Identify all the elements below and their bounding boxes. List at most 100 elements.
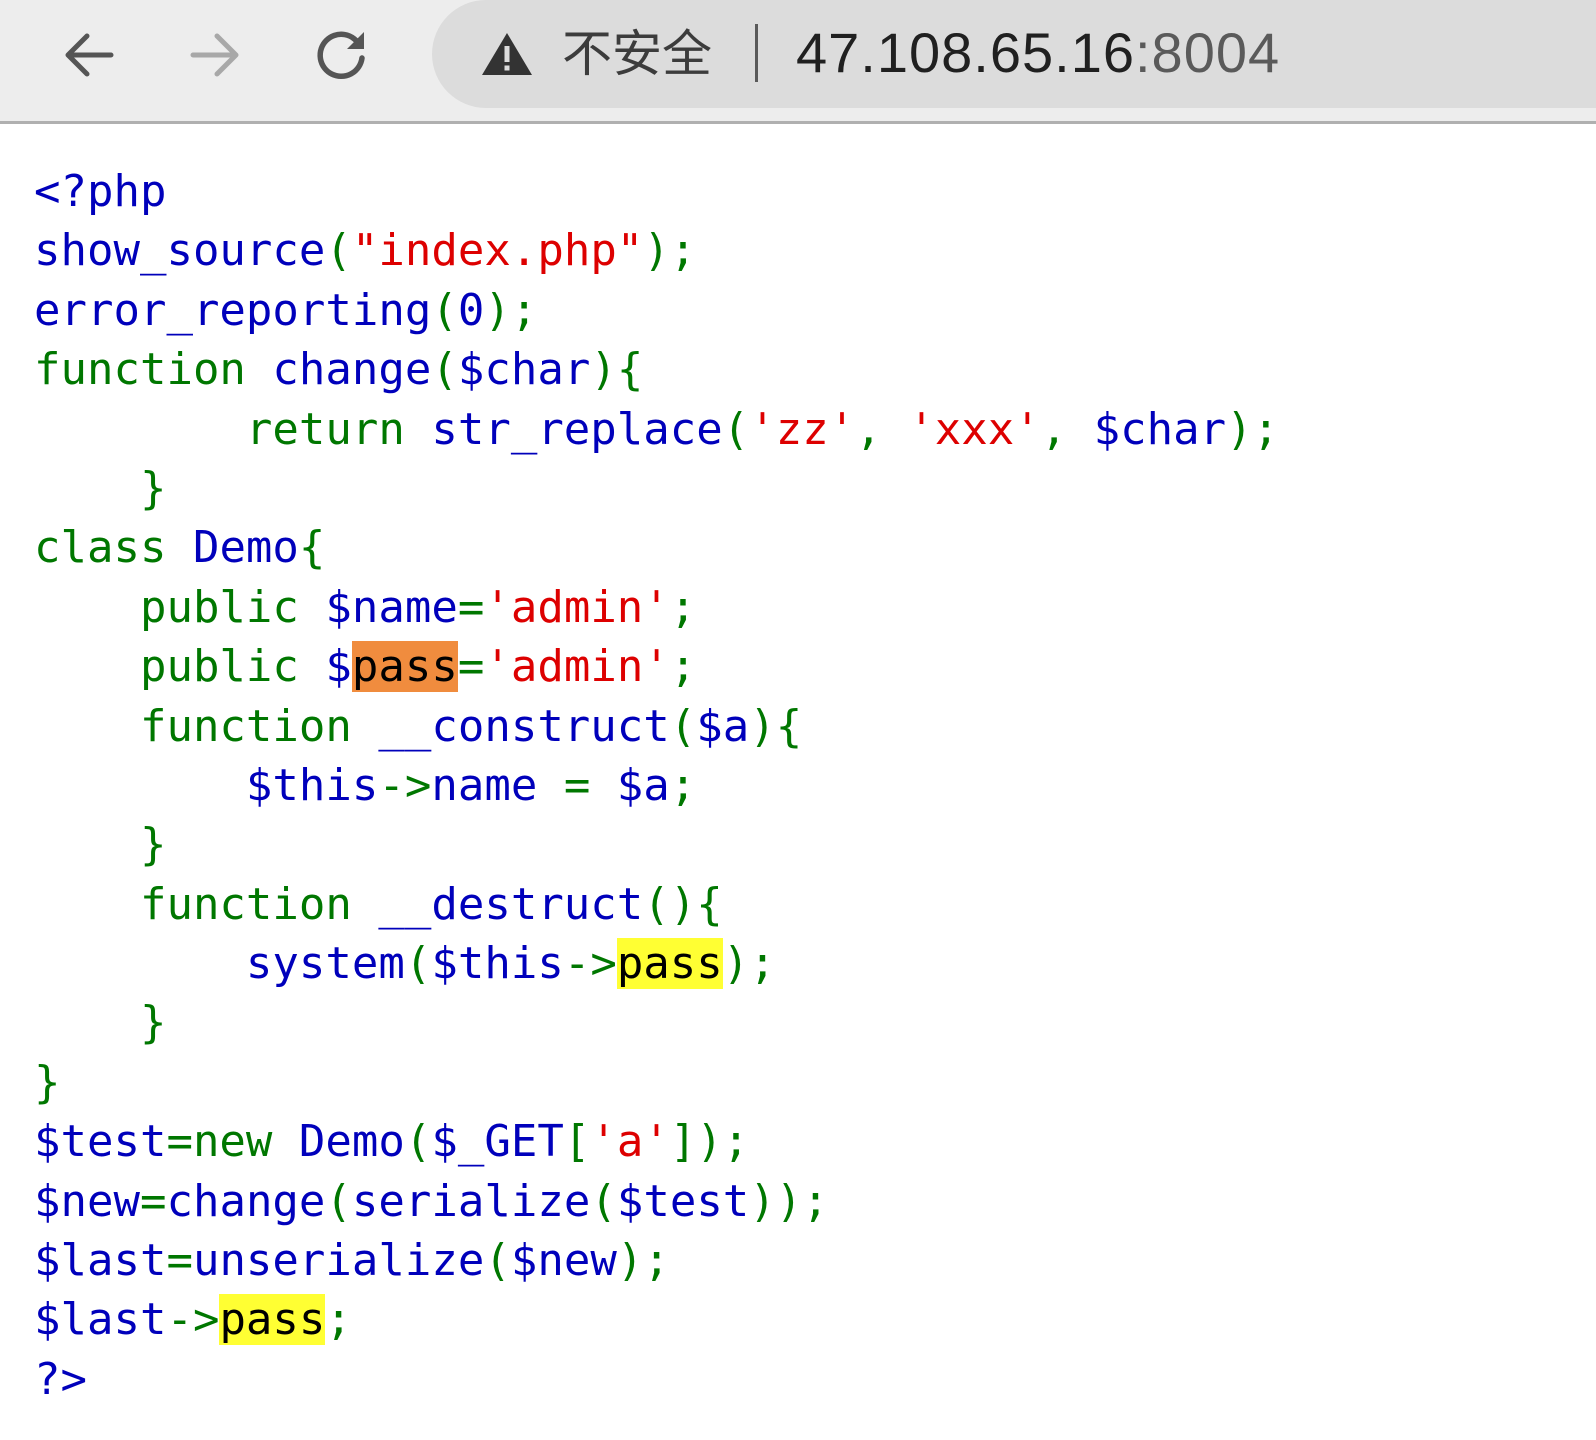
code-token: $this: [34, 759, 379, 811]
code-line: public $pass='admin';: [34, 637, 1279, 696]
code-token: unserialize: [192, 1235, 485, 1287]
url-text[interactable]: 47.108.65.16:8004: [796, 18, 1280, 88]
code-token: class: [34, 522, 193, 574]
code-line: system($this->pass);: [34, 934, 1279, 993]
code-token: change: [272, 344, 432, 396]
code-token: );: [484, 284, 538, 336]
code-token: function: [34, 878, 379, 930]
code-token: 'a': [590, 1116, 670, 1168]
code-line: $new=change(serialize($test));: [34, 1172, 1279, 1231]
code-token: $name: [325, 581, 458, 633]
code-token: ]);: [669, 1116, 750, 1168]
code-token: {: [298, 522, 326, 574]
code-token: str_replace: [431, 403, 723, 455]
code-line: function __destruct(){: [34, 875, 1279, 934]
code-token: ;: [669, 581, 697, 633]
code-token: ));: [749, 1175, 829, 1227]
code-line: ?>: [34, 1350, 1279, 1409]
code-token: __construct: [378, 700, 670, 752]
code-token: $new: [34, 1175, 140, 1227]
code-token: );: [643, 225, 697, 277]
code-token: $char: [457, 344, 591, 396]
code-token: ;: [325, 1294, 352, 1346]
code-line: show_source("index.php");: [34, 221, 1279, 280]
address-bar-divider: [755, 24, 758, 82]
code-line: class Demo{: [34, 518, 1279, 577]
code-token: 'admin': [484, 641, 670, 693]
code-token: $last: [34, 1235, 167, 1287]
code-token: );: [1226, 403, 1280, 455]
code-token: Demo: [192, 522, 299, 574]
code-token: ){: [590, 344, 644, 396]
code-token: (: [484, 1235, 511, 1287]
reload-button[interactable]: [306, 22, 376, 88]
code-token: ,: [1040, 403, 1094, 455]
browser-toolbar: 不安全 47.108.65.16:8004: [0, 0, 1596, 124]
code-token: (: [325, 1175, 352, 1227]
back-button[interactable]: [54, 22, 124, 88]
code-token: =: [563, 759, 617, 811]
code-token: );: [616, 1235, 670, 1287]
reload-icon: [317, 31, 365, 80]
code-line: function __construct($a){: [34, 697, 1279, 756]
code-token: Demo: [298, 1116, 405, 1168]
code-token: ->: [378, 759, 432, 811]
arrow-left-icon: [65, 33, 114, 77]
code-line: }: [34, 993, 1279, 1052]
code-token: (: [431, 284, 458, 336]
code-line: $last->pass;: [34, 1290, 1279, 1349]
code-token: $test: [34, 1116, 167, 1168]
code-token: $this: [431, 938, 564, 990]
search-match-highlight: pass: [616, 938, 723, 990]
code-token: 'zz': [749, 403, 856, 455]
code-token: ->: [166, 1294, 220, 1346]
code-token: (: [722, 403, 750, 455]
code-token: $char: [1093, 403, 1227, 455]
code-token: function: [34, 344, 273, 396]
code-token: =: [166, 1235, 193, 1287]
code-token: <?php: [34, 166, 167, 217]
code-token: name: [431, 759, 564, 811]
code-token: }: [34, 997, 167, 1049]
address-bar[interactable]: 不安全 47.108.65.16:8004: [432, 0, 1596, 108]
code-token: serialize: [351, 1175, 591, 1227]
url-host: 47.108.65.16: [796, 21, 1135, 84]
code-line: function change($char){: [34, 340, 1279, 399]
code-token: change: [166, 1175, 326, 1227]
code-token: [: [563, 1116, 591, 1168]
code-token: ->: [563, 938, 617, 990]
code-line: return str_replace('zz', 'xxx', $char);: [34, 400, 1279, 459]
code-token: (: [404, 938, 432, 990]
arrow-right-icon: [190, 33, 239, 77]
code-token: (){: [643, 878, 723, 930]
warning-icon[interactable]: [480, 30, 534, 78]
code-token: (: [404, 1116, 432, 1168]
code-line: <?php: [34, 162, 1279, 221]
code-token: (: [669, 700, 697, 752]
code-token: $: [325, 641, 352, 693]
code-token: public: [34, 641, 326, 693]
code-token: system: [34, 938, 405, 990]
code-token: $_GET: [431, 1116, 564, 1168]
url-port: :8004: [1134, 21, 1281, 84]
code-token: }: [34, 462, 167, 514]
code-token: }: [34, 819, 167, 871]
code-token: ;: [669, 641, 697, 693]
code-token: 'admin': [484, 581, 670, 633]
search-match-highlight: pass: [219, 1294, 326, 1346]
security-status-label[interactable]: 不安全: [562, 22, 712, 86]
code-token: $test: [616, 1175, 750, 1227]
code-token: (: [431, 344, 458, 396]
forward-button[interactable]: [180, 22, 250, 88]
code-token: 'xxx': [908, 403, 1041, 455]
code-token: );: [722, 938, 776, 990]
code-line: }: [34, 815, 1279, 874]
code-token: }: [34, 1056, 61, 1108]
code-token: (: [590, 1175, 617, 1227]
code-line: public $name='admin';: [34, 578, 1279, 637]
code-token: $last: [34, 1294, 167, 1346]
code-token: $a: [616, 759, 670, 811]
code-token: $new: [510, 1235, 617, 1287]
code-token: public: [34, 581, 326, 633]
code-line: $test=new Demo($_GET['a']);: [34, 1112, 1279, 1171]
